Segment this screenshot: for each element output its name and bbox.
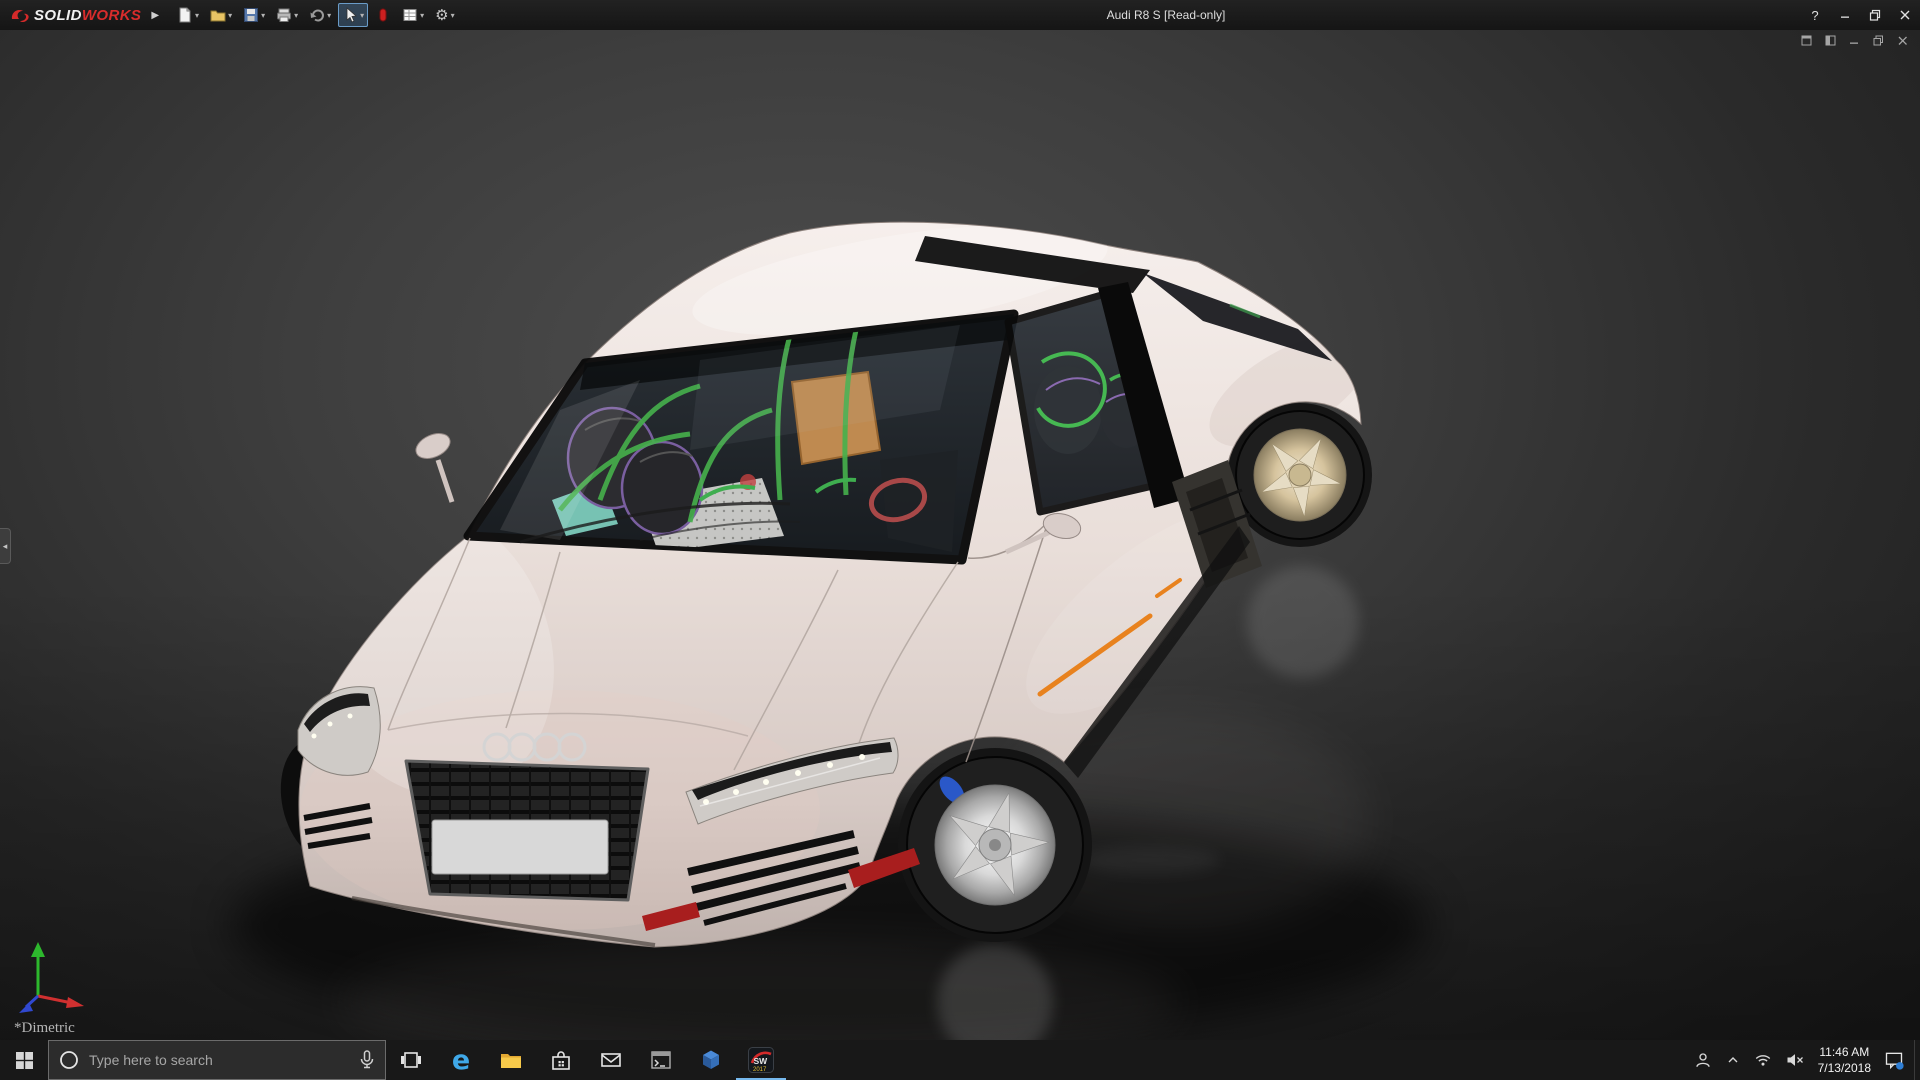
red-pill-icon (375, 7, 391, 23)
dropdown-icon[interactable]: ▾ (420, 11, 424, 20)
dropdown-icon[interactable]: ▾ (195, 11, 199, 20)
view-orientation-label: *Dimetric (14, 1020, 75, 1037)
car-model-render[interactable] (0, 30, 1920, 1040)
print-icon (276, 7, 292, 23)
action-center-button[interactable] (1884, 1050, 1904, 1070)
people-button[interactable] (1694, 1051, 1712, 1069)
print-button[interactable]: ▾ (272, 3, 302, 27)
close-icon (1899, 9, 1911, 21)
front-wheel (898, 748, 1092, 942)
restore-button[interactable] (1860, 0, 1890, 30)
solidworks-app-button[interactable]: SW 2017 (736, 1040, 786, 1080)
window-controls: ? (1800, 0, 1920, 30)
help-button[interactable]: ? (1800, 0, 1830, 30)
red-tool-button[interactable] (371, 3, 395, 27)
dropdown-icon[interactable]: ▾ (360, 11, 364, 20)
taskbar-search[interactable] (48, 1040, 386, 1080)
taskbar-clock[interactable]: 11:46 AM 7/13/2018 (1818, 1044, 1871, 1076)
license-plate (432, 820, 608, 874)
show-desktop-button[interactable] (1914, 1040, 1920, 1080)
speaker-mute-icon (1785, 1051, 1805, 1069)
network-button[interactable] (1754, 1051, 1772, 1069)
window-title: Audi R8 S [Read-only] (412, 8, 1920, 22)
chevron-up-icon (1725, 1052, 1741, 1068)
ds-logo-icon (10, 7, 30, 23)
undo-button[interactable]: ▾ (305, 3, 335, 27)
store-button[interactable] (536, 1040, 586, 1080)
dropdown-icon[interactable]: ▾ (451, 11, 455, 20)
search-input[interactable] (89, 1052, 349, 1068)
dropdown-icon[interactable]: ▾ (261, 11, 265, 20)
save-icon (243, 7, 259, 23)
left-mirror (412, 429, 454, 502)
file-explorer-icon (499, 1048, 523, 1072)
svg-text:2017: 2017 (753, 1067, 767, 1073)
notification-badge (1896, 1062, 1904, 1070)
open-folder-icon (210, 7, 226, 23)
minimize-icon (1839, 9, 1851, 21)
svg-text:SW: SW (754, 1056, 769, 1066)
graphics-viewport[interactable]: *Dimetric ◂ (0, 30, 1920, 1040)
options-button[interactable]: ⚙ ▾ (431, 3, 458, 27)
windows-logo-icon (16, 1052, 33, 1069)
dropdown-icon[interactable]: ▾ (327, 11, 331, 20)
solidworks-logo: SOLIDWORKS (0, 7, 147, 24)
windows-taskbar: e (0, 1040, 1920, 1080)
dropdown-icon[interactable]: ▾ (294, 11, 298, 20)
cube-app-icon (699, 1048, 723, 1072)
mail-icon (599, 1048, 623, 1072)
undo-icon (309, 7, 325, 23)
action-center-icon (1884, 1050, 1904, 1070)
clock-time: 11:46 AM (1818, 1044, 1871, 1060)
brand-wordmark: SOLIDWORKS (34, 7, 141, 24)
titlebar: SOLIDWORKS ▶ ▾ ▾ ▾ (0, 0, 1920, 30)
open-button[interactable]: ▾ (206, 3, 236, 27)
clock-date: 7/13/2018 (1818, 1060, 1871, 1076)
wifi-icon (1754, 1051, 1772, 1069)
save-button[interactable]: ▾ (239, 3, 269, 27)
console-icon (649, 1048, 673, 1072)
panel-flyout-tab[interactable]: ◂ (0, 528, 11, 564)
edge-browser-button[interactable]: e (436, 1040, 486, 1080)
hidden-icons-button[interactable] (1725, 1052, 1741, 1068)
orientation-triad (14, 934, 92, 1016)
sheet-grid-icon (402, 7, 418, 23)
quick-access-toolbar: ▾ ▾ ▾ ▾ (173, 3, 459, 27)
options-gear-icon: ⚙ (435, 8, 448, 23)
minimize-button[interactable] (1830, 0, 1860, 30)
cube-app-button[interactable] (686, 1040, 736, 1080)
new-document-icon (177, 7, 193, 23)
start-button[interactable] (0, 1040, 48, 1080)
y-axis-arrow (31, 942, 45, 957)
volume-button[interactable] (1785, 1051, 1805, 1069)
select-cursor-icon (342, 7, 358, 23)
file-explorer-button[interactable] (486, 1040, 536, 1080)
system-tray: 11:46 AM 7/13/2018 (1694, 1040, 1914, 1080)
cortana-circle-icon (59, 1050, 79, 1070)
solidworks-icon: SW 2017 (748, 1047, 774, 1073)
dropdown-icon[interactable]: ▾ (228, 11, 232, 20)
people-icon (1694, 1051, 1712, 1069)
select-tool-button[interactable]: ▾ (338, 3, 368, 27)
properties-button[interactable]: ▾ (398, 3, 428, 27)
new-document-button[interactable]: ▾ (173, 3, 203, 27)
edge-icon: e (452, 1047, 470, 1074)
store-icon (549, 1048, 573, 1072)
microphone-icon[interactable] (359, 1050, 375, 1070)
task-view-icon (400, 1049, 422, 1071)
restore-icon (1869, 9, 1881, 21)
menu-flyout-icon[interactable]: ▶ (151, 10, 159, 21)
mail-button[interactable] (586, 1040, 636, 1080)
close-button[interactable] (1890, 0, 1920, 30)
console-app-button[interactable] (636, 1040, 686, 1080)
x-axis-arrow (66, 997, 84, 1008)
left-headlight (298, 687, 380, 776)
task-view-button[interactable] (386, 1040, 436, 1080)
